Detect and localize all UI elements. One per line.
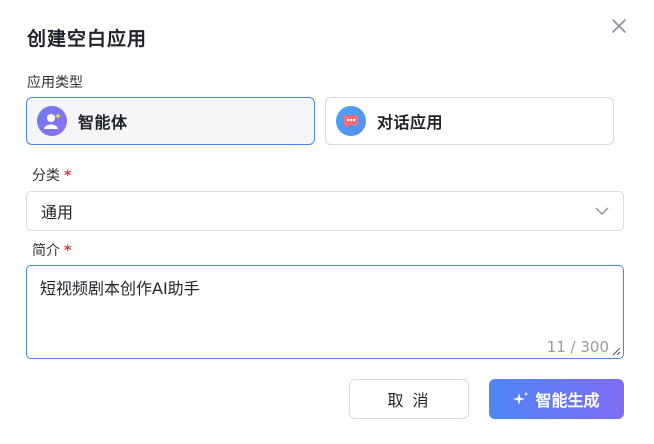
required-mark: * — [64, 168, 72, 184]
app-type-chat-option[interactable]: 对话应用 — [325, 97, 614, 145]
close-icon[interactable] — [609, 16, 629, 36]
category-label: 分类 * — [32, 165, 71, 185]
dialog-title: 创建空白应用 — [27, 28, 148, 50]
robot-avatar-icon — [37, 106, 67, 136]
description-text: 短视频剧本创作AI助手 — [40, 279, 200, 298]
chat-bubble-icon — [336, 106, 366, 136]
category-label-text: 分类 — [32, 168, 60, 184]
description-label-text: 简介 — [32, 243, 60, 259]
generate-button-label: 智能生成 — [535, 391, 600, 410]
description-label: 简介 * — [32, 240, 71, 260]
character-counter: 11 / 300 — [546, 338, 609, 356]
description-textarea[interactable]: 短视频剧本创作AI助手 11 / 300 — [26, 265, 624, 359]
app-type-chat-label: 对话应用 — [377, 113, 444, 132]
cancel-button[interactable]: 取 消 — [349, 379, 469, 419]
category-select[interactable]: 通用 — [26, 191, 624, 231]
resize-handle-icon[interactable] — [612, 347, 621, 356]
generate-button[interactable]: 智能生成 — [489, 379, 624, 419]
sparkle-icon — [513, 391, 529, 407]
chevron-down-icon — [595, 207, 609, 215]
required-mark: * — [64, 243, 72, 259]
app-type-label: 应用类型 — [27, 75, 83, 91]
app-type-agent-label: 智能体 — [78, 113, 128, 132]
category-select-value: 通用 — [41, 203, 74, 222]
app-type-agent-option[interactable]: 智能体 — [26, 97, 315, 145]
